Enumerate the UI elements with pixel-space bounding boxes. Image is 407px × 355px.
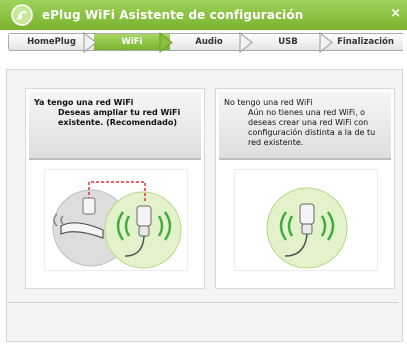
close-icon[interactable]: × [390, 6, 401, 21]
router-and-plug-icon [44, 169, 188, 271]
option-title: Ya tengo una red WiFi [34, 98, 134, 107]
option-description: Aún no tienes una red WiFi, o deseas cre… [248, 108, 376, 147]
window-title: ePlug WiFi Asistente de configuración [42, 8, 304, 22]
option-header: Ya tengo una red WiFi Deseas ampliar tu … [29, 92, 201, 160]
option-header: No tengo una red WiFi Aún no tienes una … [219, 92, 391, 160]
title-bar: ePlug WiFi Asistente de configuración × [0, 0, 407, 30]
footer-divider [8, 302, 398, 303]
wifi-plug-icon [234, 169, 378, 271]
option-title: No tengo una red WiFi [224, 98, 313, 107]
tab-separators [83, 31, 333, 54]
wizard-steps: HomePlug WiFi Audio USB Finalización [0, 30, 407, 56]
option-have-wifi[interactable]: Ya tengo una red WiFi Deseas ampliar tu … [25, 88, 205, 289]
eplug-logo-icon [10, 4, 34, 26]
option-no-wifi[interactable]: No tengo una red WiFi Aún no tienes una … [215, 88, 395, 289]
option-description: Deseas ampliar tu red WiFi existente. (R… [58, 108, 181, 127]
